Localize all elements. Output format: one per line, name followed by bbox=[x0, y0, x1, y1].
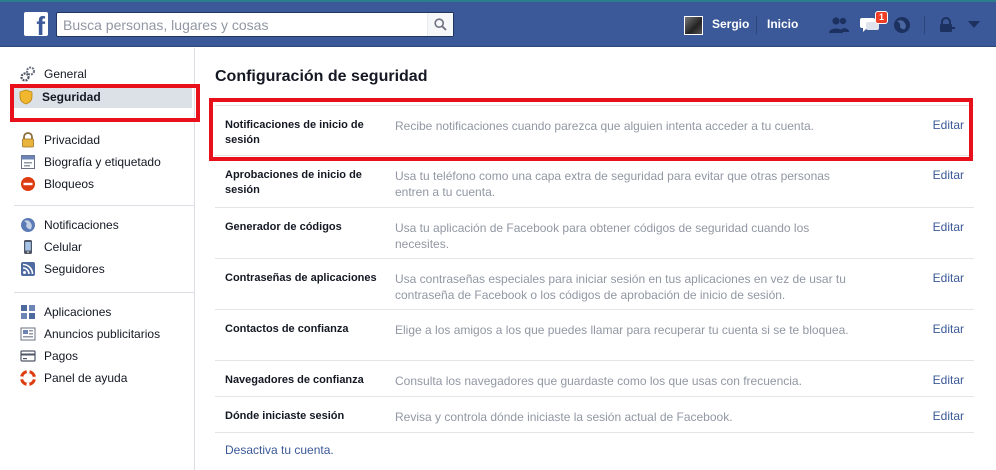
setting-description: Usa tu teléfono como una capa extra de s… bbox=[395, 169, 830, 199]
sidebar-item-label: General bbox=[44, 67, 87, 81]
sidebar-item-label: Notificaciones bbox=[44, 218, 119, 232]
sidebar-item-label: Anuncios publicitarios bbox=[44, 327, 161, 341]
edit-link[interactable]: Editar bbox=[933, 322, 964, 336]
sidebar-item-payments[interactable]: Pagos bbox=[14, 345, 194, 367]
privacy-shortcuts-button[interactable] bbox=[935, 14, 959, 36]
search-box bbox=[56, 12, 454, 37]
sidebar-item-apps[interactable]: Aplicaciones bbox=[14, 301, 194, 323]
setting-row-login-approvals[interactable]: Aprobaciones de inicio de sesión Usa tu … bbox=[215, 156, 974, 208]
page-title: Configuración de seguridad bbox=[215, 68, 428, 85]
sidebar-item-blocking[interactable]: Bloqueos bbox=[14, 173, 194, 195]
setting-name: Dónde iniciaste sesión bbox=[225, 410, 345, 422]
sidebar-item-label: Pagos bbox=[44, 349, 79, 363]
home-link[interactable]: Inicio bbox=[767, 17, 798, 31]
setting-name: Contactos de confianza bbox=[225, 323, 349, 335]
sidebar-item-label: Privacidad bbox=[44, 133, 101, 147]
nav-divider bbox=[756, 16, 757, 34]
sidebar-item-label: Seguidores bbox=[44, 262, 105, 276]
edit-link[interactable]: Editar bbox=[933, 409, 964, 423]
sidebar-item-privacy[interactable]: Privacidad bbox=[14, 129, 194, 151]
nav-divider bbox=[924, 16, 925, 34]
setting-row-trusted-contacts[interactable]: Contactos de confianza Elige a los amigo… bbox=[215, 310, 974, 361]
setting-row-where-logged-in[interactable]: Dónde iniciaste sesión Revisa y controla… bbox=[215, 397, 974, 433]
sidebar-item-followers[interactable]: Seguidores bbox=[14, 258, 194, 280]
setting-description: Consulta los navegadores que guardaste c… bbox=[395, 374, 802, 388]
globe-icon bbox=[894, 17, 910, 33]
facebook-logo[interactable]: f bbox=[24, 11, 48, 41]
ads-icon bbox=[20, 326, 36, 342]
globe-icon bbox=[20, 217, 36, 233]
highlight-box-login-notifications bbox=[209, 98, 973, 161]
search-button[interactable] bbox=[427, 13, 453, 36]
top-navigation-bar: f Sergio Inicio 1 bbox=[0, 0, 996, 47]
mobile-icon bbox=[20, 239, 36, 255]
logo-letter: f bbox=[36, 11, 45, 41]
block-icon bbox=[20, 176, 36, 192]
lifebuoy-icon bbox=[20, 370, 36, 386]
setting-description: Usa contraseñas especiales para iniciar … bbox=[395, 272, 846, 302]
sidebar-item-support-dashboard[interactable]: Panel de ayuda bbox=[14, 367, 194, 389]
payments-icon bbox=[20, 348, 36, 364]
setting-name: Navegadores de confianza bbox=[225, 374, 364, 386]
notifications-button[interactable] bbox=[890, 14, 914, 36]
sidebar-item-label: Aplicaciones bbox=[44, 305, 112, 319]
search-icon bbox=[434, 18, 447, 31]
padlock-icon bbox=[20, 132, 36, 148]
edit-link[interactable]: Editar bbox=[933, 220, 964, 234]
sidebar-item-notifications[interactable]: Notificaciones bbox=[14, 214, 194, 236]
friend-requests-button[interactable] bbox=[827, 14, 851, 36]
deactivate-account-link[interactable]: Desactiva tu cuenta. bbox=[225, 443, 334, 457]
rss-icon bbox=[20, 261, 36, 277]
edit-link[interactable]: Editar bbox=[933, 373, 964, 387]
sidebar-item-mobile[interactable]: Celular bbox=[14, 236, 194, 258]
setting-row-code-generator[interactable]: Generador de códigos Usa tu aplicación d… bbox=[215, 208, 974, 259]
sidebar-item-timeline-tagging[interactable]: Biografía y etiquetado bbox=[14, 151, 194, 173]
privacy-lock-icon bbox=[940, 17, 955, 32]
apps-icon bbox=[20, 304, 36, 320]
setting-row-trusted-browsers[interactable]: Navegadores de confianza Consulta los na… bbox=[215, 361, 974, 397]
sidebar-divider bbox=[14, 292, 194, 293]
sidebar-item-ads[interactable]: Anuncios publicitarios bbox=[14, 323, 194, 345]
setting-name: Aprobaciones de inicio de sesión bbox=[225, 169, 362, 196]
profile-link[interactable]: Sergio bbox=[712, 17, 749, 31]
setting-description: Revisa y controla dónde iniciaste la ses… bbox=[395, 410, 733, 424]
sidebar-item-general[interactable]: General bbox=[14, 63, 194, 85]
notification-badge: 1 bbox=[875, 11, 888, 24]
timeline-icon bbox=[20, 154, 36, 170]
highlight-box-security bbox=[10, 84, 200, 122]
sidebar-item-label: Bloqueos bbox=[44, 177, 95, 191]
search-input[interactable] bbox=[57, 13, 427, 36]
setting-name: Generador de códigos bbox=[225, 221, 342, 233]
sidebar-item-label: Panel de ayuda bbox=[44, 371, 128, 385]
sidebar-divider bbox=[14, 205, 194, 206]
edit-link[interactable]: Editar bbox=[933, 168, 964, 182]
sidebar-item-label: Biografía y etiquetado bbox=[44, 155, 161, 169]
friend-requests-icon bbox=[829, 17, 849, 33]
gears-icon bbox=[20, 66, 36, 82]
setting-row-app-passwords[interactable]: Contraseñas de aplicaciones Usa contrase… bbox=[215, 259, 974, 310]
account-menu-button[interactable] bbox=[962, 14, 986, 36]
sidebar-item-label: Celular bbox=[44, 240, 83, 254]
user-avatar[interactable] bbox=[684, 16, 703, 35]
setting-name: Contraseñas de aplicaciones bbox=[225, 272, 377, 284]
setting-description: Usa tu aplicación de Facebook para obten… bbox=[395, 221, 810, 251]
edit-link[interactable]: Editar bbox=[933, 271, 964, 285]
setting-description: Elige a los amigos a los que puedes llam… bbox=[395, 323, 849, 337]
dropdown-arrow-icon bbox=[968, 21, 980, 28]
